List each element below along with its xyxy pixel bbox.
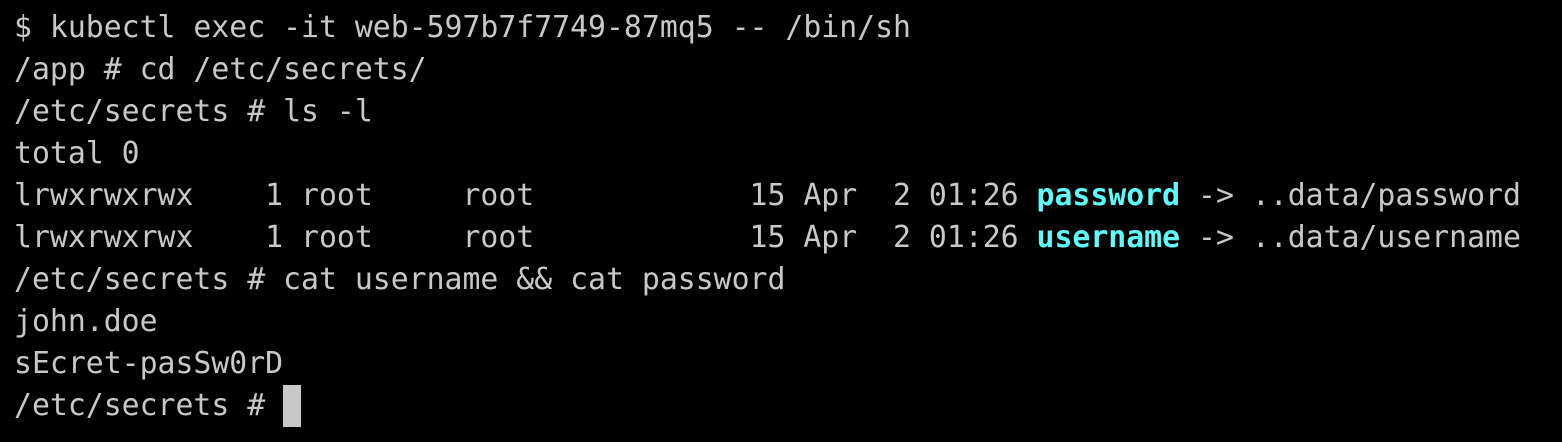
text-cursor bbox=[283, 385, 302, 427]
shell-prompt: /etc/secrets # bbox=[14, 388, 284, 423]
symlink-name: username bbox=[1036, 220, 1181, 255]
terminal-line: /app # cd /etc/secrets/ bbox=[14, 52, 427, 87]
terminal-line: /etc/secrets # ls -l bbox=[14, 94, 373, 129]
ls-entry-details: lrwxrwxrwx 1 root root 15 Apr 2 01:26 bbox=[14, 220, 1037, 255]
symlink-target: -> ..data/username bbox=[1180, 220, 1521, 255]
ls-entry: lrwxrwxrwx 1 root root 15 Apr 2 01:26 pa… bbox=[14, 175, 1562, 217]
ls-entry-details: lrwxrwxrwx 1 root root 15 Apr 2 01:26 bbox=[14, 178, 1037, 213]
ls-entry: lrwxrwxrwx 1 root root 15 Apr 2 01:26 us… bbox=[14, 217, 1562, 259]
terminal-line: $ kubectl exec -it web-597b7f7749-87mq5 … bbox=[14, 10, 911, 45]
terminal-line: total 0 bbox=[14, 136, 140, 171]
terminal-output[interactable]: $ kubectl exec -it web-597b7f7749-87mq5 … bbox=[0, 0, 1562, 427]
symlink-target: -> ..data/password bbox=[1180, 178, 1521, 213]
prompt-line[interactable]: /etc/secrets # bbox=[14, 385, 1562, 427]
symlink-name: password bbox=[1036, 178, 1181, 213]
terminal-line: /etc/secrets # cat username && cat passw… bbox=[14, 262, 786, 297]
terminal-line: john.doe bbox=[14, 304, 158, 339]
terminal-line: sEcret-pasSw0rD bbox=[14, 346, 284, 381]
